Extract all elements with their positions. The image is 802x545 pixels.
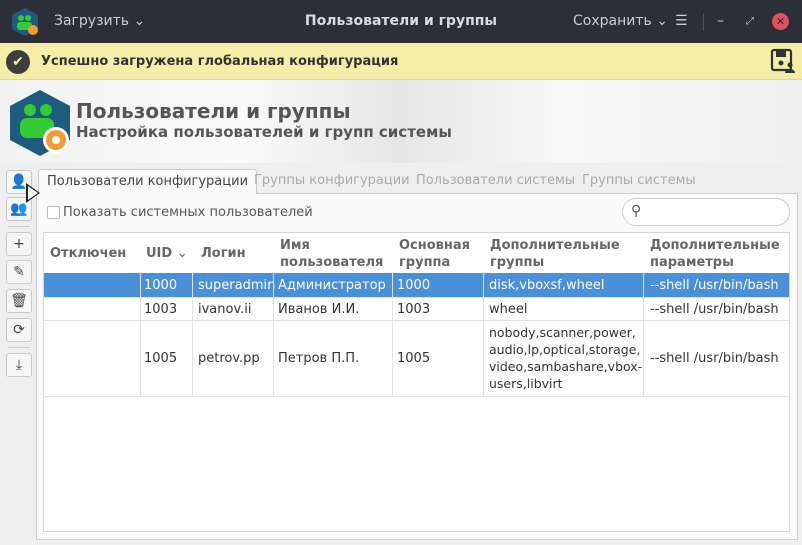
mouse-cursor-icon <box>26 183 40 203</box>
cell-login: ivanov.ii <box>198 302 252 317</box>
chevron-down-icon: ⌄ <box>656 13 668 29</box>
cell-login: petrov.pp <box>198 351 260 366</box>
hamburger-menu-icon[interactable]: ☰ <box>675 13 688 29</box>
column-divider <box>192 273 193 397</box>
tab-system-groups[interactable]: Группы системы <box>574 169 704 194</box>
column-header-extra-params[interactable]: Дополнительные параметры <box>650 237 780 271</box>
load-label: Загрузить <box>54 13 130 29</box>
app-icon <box>12 8 38 36</box>
cell-group: 1000 <box>397 278 431 293</box>
column-header-disabled[interactable]: Отключен <box>50 245 126 262</box>
column-header-primary-group[interactable]: Основная группа <box>399 237 479 271</box>
page-header: Пользователи и группы Настройка пользова… <box>0 80 802 163</box>
cell-uid: 1000 <box>144 278 178 293</box>
delete-button[interactable]: 🗑 <box>6 289 32 313</box>
column-divider <box>273 273 274 397</box>
column-header-login[interactable]: Логин <box>201 245 246 262</box>
cell-name: Иванов И.И. <box>278 302 360 317</box>
edit-button[interactable]: ✎ <box>6 260 32 284</box>
sort-chevron-icon: ⌄ <box>176 246 188 261</box>
refresh-button[interactable]: ⟳ <box>6 318 32 342</box>
cell-uid: 1005 <box>144 351 178 366</box>
uid-label: UID <box>146 246 173 261</box>
cell-extra-groups: wheel <box>489 302 528 317</box>
cell-params: --shell /usr/bin/bash <box>650 351 779 366</box>
tab-config-groups[interactable]: Группы конфигурации <box>246 169 418 194</box>
cell-params: --shell /usr/bin/bash <box>650 278 779 293</box>
column-header-extra-groups[interactable]: Дополнительные группы <box>490 237 620 271</box>
download-button[interactable]: ⤓ <box>6 353 32 377</box>
minimize-icon[interactable]: – <box>717 13 724 29</box>
column-divider <box>140 273 141 397</box>
tab-system-users[interactable]: Пользователи системы <box>408 169 583 194</box>
titlebar: Загрузить ⌄ Пользователи и группы Сохран… <box>0 0 802 43</box>
save-menu-button[interactable]: Сохранить ⌄ <box>573 13 668 29</box>
column-divider <box>392 273 393 397</box>
cell-login: superadmin <box>198 278 276 293</box>
save-config-icon[interactable] <box>770 48 796 74</box>
cell-group: 1005 <box>397 351 431 366</box>
search-icon: ⚲ <box>631 203 642 219</box>
divider <box>703 13 704 31</box>
notification-banner: ✔ Успешно загружена глобальная конфигура… <box>0 43 802 80</box>
users-groups-logo-icon <box>10 90 70 156</box>
check-icon: ✔ <box>6 50 30 74</box>
save-label: Сохранить <box>573 13 652 29</box>
column-header-name[interactable]: Имя пользователя <box>280 237 383 271</box>
add-button[interactable]: + <box>6 232 32 256</box>
divider <box>8 347 30 348</box>
divider <box>8 226 30 227</box>
cell-group: 1003 <box>397 302 431 317</box>
column-header-uid[interactable]: UID ⌄ <box>146 245 188 262</box>
search-input[interactable]: ⚲ <box>622 198 790 226</box>
cell-extra-groups: nobody,scanner,power, audio,lp,optical,s… <box>489 325 643 391</box>
column-divider <box>643 273 644 397</box>
table-row[interactable]: 1000 superadmin Администратор 1000 disk,… <box>44 273 789 298</box>
show-system-users-checkbox[interactable] <box>47 206 60 219</box>
cell-name: Петров П.П. <box>278 351 360 366</box>
page-title: Пользователи и группы <box>76 99 351 123</box>
cell-uid: 1003 <box>144 302 178 317</box>
cell-extra-groups: disk,vboxsf,wheel <box>489 278 605 293</box>
tab-config-users[interactable]: Пользователи конфигурации <box>38 169 258 194</box>
cell-params: --shell /usr/bin/bash <box>650 302 779 317</box>
chevron-down-icon: ⌄ <box>133 13 146 29</box>
cell-name: Администратор <box>278 278 386 293</box>
show-system-users-label[interactable]: Показать системных пользователей <box>63 205 313 220</box>
page-subtitle: Настройка пользователей и групп системы <box>76 123 452 141</box>
load-menu-button[interactable]: Загрузить ⌄ <box>54 13 145 29</box>
table-row[interactable]: 1005 petrov.pp Петров П.П. 1005 nobody,s… <box>44 321 789 397</box>
close-icon[interactable]: ✕ <box>772 13 789 30</box>
table-row[interactable]: 1003 ivanov.ii Иванов И.И. 1003 wheel --… <box>44 298 789 321</box>
users-table: Отключен UID ⌄ Логин Имя пользователя Ос… <box>43 232 790 532</box>
banner-message: Успешно загружена глобальная конфигураци… <box>41 54 399 69</box>
column-divider <box>483 273 484 397</box>
maximize-icon[interactable]: ⤢ <box>746 16 754 27</box>
